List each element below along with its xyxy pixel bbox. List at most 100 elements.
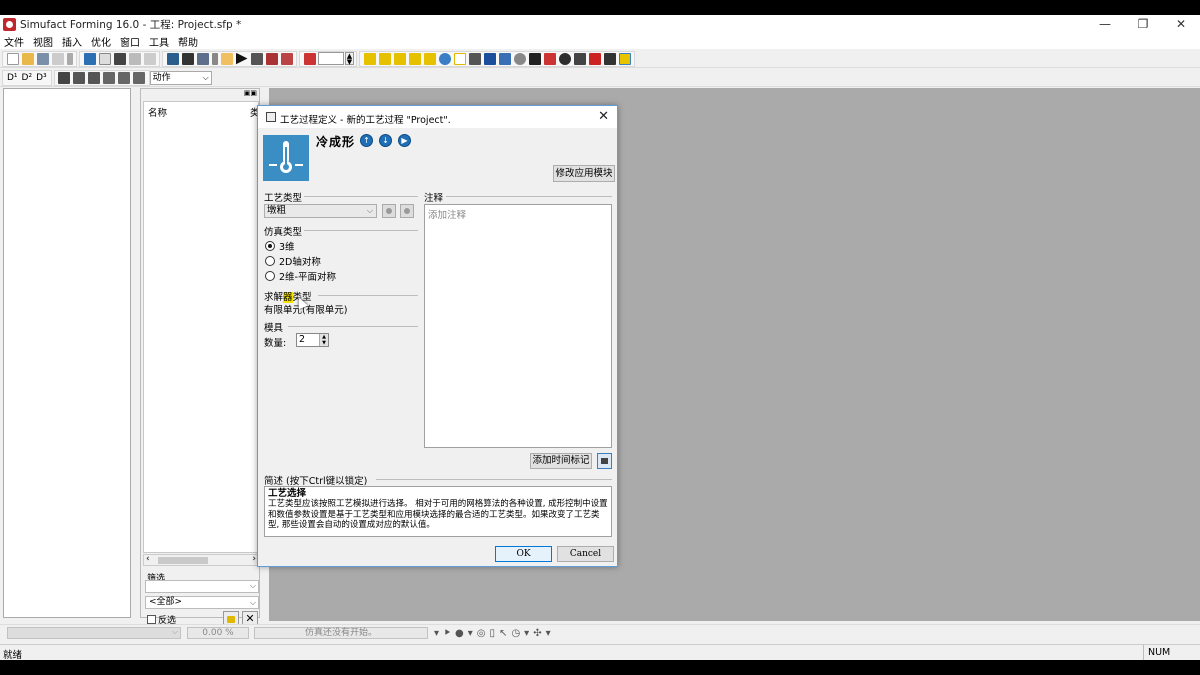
menu-optimize[interactable]: 优化 xyxy=(91,34,111,49)
friction-icon[interactable] xyxy=(498,52,511,65)
stage-combo[interactable]: ⌵ xyxy=(7,627,181,639)
ok-button[interactable]: OK xyxy=(495,546,552,562)
dropdown-arrow-icon[interactable]: ▾ xyxy=(434,628,439,639)
sun-icon[interactable] xyxy=(513,52,526,65)
tool-path-icon[interactable] xyxy=(528,52,541,65)
bulb-icon[interactable] xyxy=(453,52,466,65)
close-button[interactable]: ✕ xyxy=(1162,15,1200,34)
radio-2d-axisymmetric[interactable]: 2D轴对称 xyxy=(265,254,321,268)
action-select[interactable]: 动作 ⌵ xyxy=(149,70,212,85)
heat-icon[interactable] xyxy=(543,52,556,65)
printer-icon[interactable] xyxy=(143,52,156,65)
menu-file[interactable]: 文件 xyxy=(4,34,24,49)
filter-icon[interactable] xyxy=(83,52,96,65)
dropdown-arrow-icon[interactable] xyxy=(66,52,73,65)
menu-window[interactable]: 窗口 xyxy=(120,34,140,49)
ball-icon[interactable] xyxy=(558,52,571,65)
radio-indicator[interactable] xyxy=(265,271,275,281)
save-notes-icon[interactable] xyxy=(597,453,612,469)
process-list[interactable]: 名称 类 xyxy=(143,101,260,553)
stepper-arrows-icon[interactable]: ▲ ▼ xyxy=(319,334,328,346)
panel-pin-close-icon[interactable]: ▣▣ xyxy=(244,89,257,97)
cancel-button[interactable]: Cancel xyxy=(557,546,614,562)
fixture-icon[interactable] xyxy=(573,52,586,65)
menu-tools[interactable]: 工具 xyxy=(149,34,169,49)
menu-help[interactable]: 帮助 xyxy=(178,34,198,49)
scroll-left-icon[interactable]: ‹ xyxy=(146,554,150,564)
horizontal-scrollbar[interactable]: ‹ › xyxy=(143,554,259,566)
document-icon[interactable]: ▯ xyxy=(490,628,496,639)
dropdown-arrow-icon[interactable]: ▾ xyxy=(524,628,529,639)
1d-button[interactable]: D¹ xyxy=(7,73,18,83)
eye-icon[interactable]: ◎ xyxy=(477,628,486,639)
settings-icon[interactable] xyxy=(51,52,64,65)
filter-input[interactable]: ⌵ xyxy=(145,580,259,593)
radio-indicator[interactable] xyxy=(265,256,275,266)
save-icon[interactable] xyxy=(36,52,49,65)
clock-icon[interactable]: ◷ xyxy=(511,628,520,639)
column-name[interactable]: 名称 xyxy=(148,105,167,119)
record-icon[interactable]: ● xyxy=(455,628,464,639)
view-back-icon[interactable] xyxy=(118,71,131,84)
scroll-right-icon[interactable]: › xyxy=(252,554,256,564)
tool-icon[interactable] xyxy=(408,52,421,65)
3d-button[interactable]: D³ xyxy=(36,73,47,83)
save-image-icon[interactable] xyxy=(181,52,194,65)
view-front-icon[interactable] xyxy=(58,71,71,84)
play-icon[interactable]: ⯈ xyxy=(443,628,451,639)
forward-icon[interactable]: ▶ xyxy=(398,134,411,147)
radio-2d-planar[interactable]: 2维-平面对称 xyxy=(265,269,336,283)
image-icon[interactable] xyxy=(166,52,179,65)
stack-icon[interactable] xyxy=(603,52,616,65)
eye-icon[interactable] xyxy=(438,52,451,65)
filter-select[interactable]: <全部> ⌵ xyxy=(145,596,259,609)
cut-icon[interactable] xyxy=(250,52,263,65)
info-icon[interactable]: ↑ xyxy=(360,134,373,147)
2d-button[interactable]: D² xyxy=(22,73,33,83)
ruler-icon[interactable] xyxy=(618,52,631,65)
dropdown-arrow-icon[interactable]: ▾ xyxy=(546,628,551,639)
view-iso-icon[interactable] xyxy=(103,71,116,84)
minimize-button[interactable]: — xyxy=(1086,15,1124,34)
gear-icon[interactable] xyxy=(468,52,481,65)
paste-icon[interactable] xyxy=(280,52,293,65)
increment-spinner[interactable]: ▲ ▼ xyxy=(345,52,354,66)
dropdown-arrow-icon[interactable]: ▾ xyxy=(468,628,473,639)
die-count-stepper[interactable]: 2 ▲ ▼ xyxy=(296,333,329,347)
chart-icon[interactable] xyxy=(196,52,209,65)
die-upper-icon[interactable] xyxy=(363,52,376,65)
copy-icon[interactable] xyxy=(265,52,278,65)
tree-copy-icon[interactable] xyxy=(98,52,111,65)
document-icon[interactable] xyxy=(128,52,141,65)
info-icon[interactable] xyxy=(400,204,414,218)
increment-input[interactable] xyxy=(318,52,344,65)
spring-icon[interactable] xyxy=(423,52,436,65)
dialog-close-button[interactable]: ✕ xyxy=(598,109,609,124)
chart-dropdown-icon[interactable] xyxy=(211,52,218,65)
menu-insert[interactable]: 插入 xyxy=(62,34,82,49)
workpiece-icon[interactable] xyxy=(393,52,406,65)
scroll-thumb[interactable] xyxy=(158,557,208,564)
tools-icon[interactable]: ✣ xyxy=(533,628,541,639)
open-folder-icon[interactable] xyxy=(21,52,34,65)
notes-textarea[interactable]: 添加注释 xyxy=(424,204,612,448)
stage-icon[interactable] xyxy=(303,52,316,65)
down-icon[interactable]: ↓ xyxy=(379,134,392,147)
view-side-icon[interactable] xyxy=(73,71,86,84)
pointer-icon[interactable]: ↖ xyxy=(499,628,507,639)
radio-indicator[interactable] xyxy=(265,241,275,251)
checkbox-box[interactable] xyxy=(147,615,156,624)
eye-icon[interactable] xyxy=(382,204,396,218)
add-timestamp-button[interactable]: 添加时间标记 xyxy=(530,453,592,469)
pin-icon[interactable] xyxy=(588,52,601,65)
view-bottom-icon[interactable] xyxy=(133,71,146,84)
run-icon[interactable] xyxy=(235,52,248,65)
camera-icon[interactable] xyxy=(113,52,126,65)
mesh-icon[interactable] xyxy=(483,52,496,65)
menu-view[interactable]: 视图 xyxy=(33,34,53,49)
process-type-select[interactable]: 墩粗 ⌵ xyxy=(264,204,377,218)
radio-3d[interactable]: 3维 xyxy=(265,239,295,253)
new-file-icon[interactable] xyxy=(6,52,19,65)
report-icon[interactable] xyxy=(220,52,233,65)
restore-button[interactable]: ❐ xyxy=(1124,15,1162,34)
